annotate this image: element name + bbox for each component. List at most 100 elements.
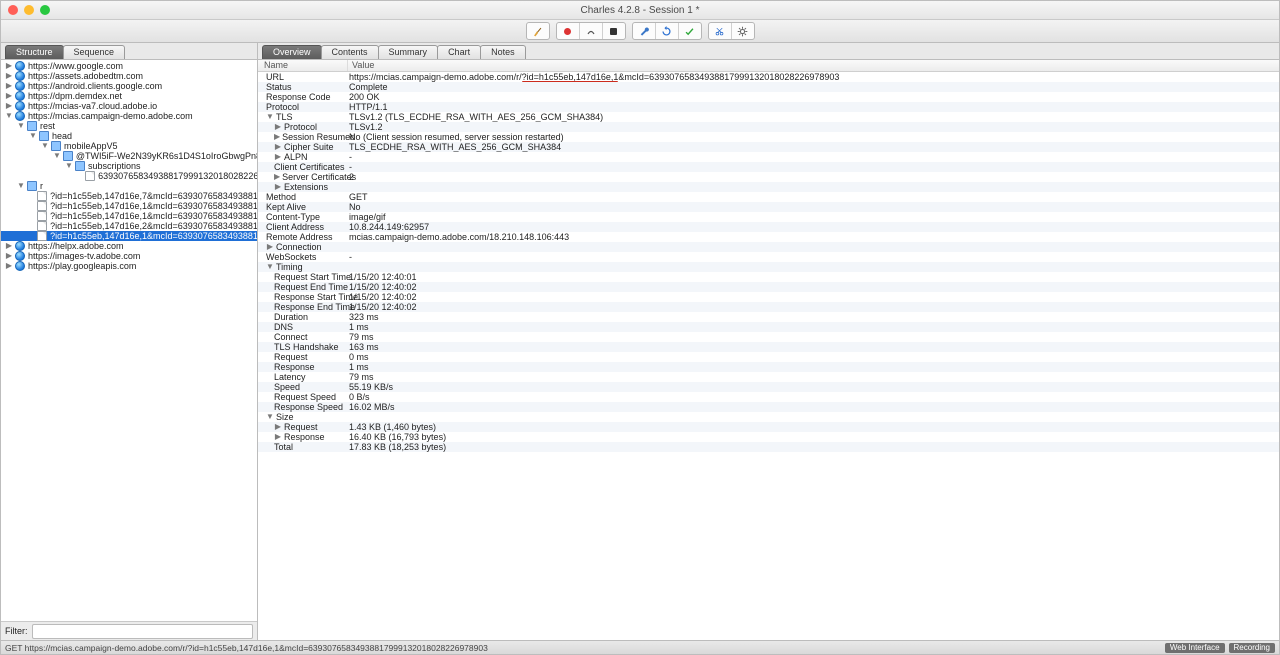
refresh-icon[interactable] [656,23,679,39]
disclosure-triangle-icon[interactable]: ▼ [266,412,274,422]
detail-value: TLSv1.2 (TLS_ECDHE_RSA_WITH_AES_256_GCM_… [347,112,1279,122]
disclosure-triangle-icon[interactable]: ▶ [5,81,13,91]
tree-row[interactable]: ▼ https://mcias.campaign-demo.adobe.com [1,111,257,121]
detail-key: ALPN [284,152,308,162]
pill-recording[interactable]: Recording [1229,643,1275,653]
disclosure-triangle-icon[interactable]: ▼ [266,112,274,122]
detail-key: Server Certificates [282,172,356,182]
tree-label: https://android.clients.google.com [28,81,162,91]
disclosure-triangle-icon[interactable]: ▶ [5,261,13,271]
tree-row[interactable]: ▶ https://android.clients.google.com [1,81,257,91]
gear-icon[interactable] [732,23,754,39]
tree-row[interactable]: ▶https://images-tv.adobe.com [1,251,257,261]
wrench-icon[interactable] [633,23,656,39]
disclosure-triangle-icon[interactable]: ▶ [274,172,280,182]
detail-value: - [347,252,1279,262]
tree-row[interactable]: ▶ https://helpx.adobe.com [1,241,257,251]
tree-row[interactable]: ▶?id=h1c55eb,147d16e,1&mcId=639307658349… [1,201,257,211]
detail-key: Response Code [266,92,331,102]
disclosure-triangle-icon[interactable]: ▼ [29,131,37,141]
detail-value: 16.02 MB/s [347,402,1279,412]
disclosure-triangle-icon[interactable]: ▶ [5,241,13,251]
tab-chart[interactable]: Chart [437,45,481,59]
disclosure-triangle-icon[interactable]: ▶ [274,422,282,432]
disclosure-triangle-icon[interactable]: ▼ [65,161,73,171]
detail-row: StatusComplete [258,82,1279,92]
tree-row[interactable]: ▶ https://assets.adobedtm.com [1,71,257,81]
disclosure-triangle-icon[interactable]: ▶ [5,71,13,81]
detail-row: ▼Timing [258,262,1279,272]
disclosure-triangle-icon[interactable]: ▶ [274,432,282,442]
tree-row[interactable]: ▶?id=h1c55eb,147d16e,2&mcId=639307658349… [1,221,257,231]
filter-input[interactable] [32,624,254,639]
disclosure-triangle-icon[interactable]: ▶ [5,251,13,261]
tab-contents[interactable]: Contents [321,45,379,59]
detail-row: Response End Time1/15/20 12:40:02 [258,302,1279,312]
detail-row: Client Certificates- [258,162,1279,172]
disclosure-triangle-icon[interactable]: ▼ [17,181,25,191]
folder-icon [27,181,37,191]
detail-row: Content-Typeimage/gif [258,212,1279,222]
tree-label: https://mcias.campaign-demo.adobe.com [28,111,193,121]
disclosure-triangle-icon[interactable]: ▶ [5,61,13,71]
globe-icon [15,241,25,251]
detail-key: Request Speed [274,392,336,402]
disclosure-triangle-icon[interactable]: ▶ [274,182,282,192]
detail-row: Request End Time1/15/20 12:40:02 [258,282,1279,292]
detail-row: ▶Session ResumedNo (Client session resum… [258,132,1279,142]
tree-label: https://www.google.com [28,61,123,71]
detail-row: DNS1 ms [258,322,1279,332]
detail-value: GET [347,192,1279,202]
detail-row: Duration323 ms [258,312,1279,322]
tree-row[interactable]: ▶https://dpm.demdex.net [1,91,257,101]
tab-sequence[interactable]: Sequence [63,45,126,59]
tree-row[interactable]: ▼@TWI5iF-We2N39yKR6s1D4S1oIroGbwgPn8z6uS… [1,151,257,161]
tree-label: ?id=h1c55eb,147d16e,7&mcId=6393076583493… [50,191,257,201]
tree-row[interactable]: ▶https://play.googleapis.com [1,261,257,271]
disclosure-triangle-icon[interactable]: ▶ [5,91,13,101]
detail-key: Client Address [266,222,324,232]
detail-row: Client Address10.8.244.149:62957 [258,222,1279,232]
scissors-icon[interactable] [709,23,732,39]
stop-icon[interactable] [603,23,625,39]
disclosure-triangle-icon[interactable]: ▼ [53,151,61,161]
tree-row[interactable]: ▼mobileAppV5 [1,141,257,151]
disclosure-triangle-icon[interactable]: ▼ [266,262,274,272]
disclosure-triangle-icon[interactable]: ▼ [17,121,25,131]
zoom-icon[interactable] [40,5,50,15]
tree-label: https://assets.adobedtm.com [28,71,143,81]
tree-label: https://helpx.adobe.com [28,241,124,251]
tree-row[interactable]: ▶ https://www.google.com [1,61,257,71]
tree-row[interactable]: ▶6393076583493881799913201802822697890​3 [1,171,257,181]
pill-web-interface[interactable]: Web Interface [1165,643,1225,653]
detail-table[interactable]: URLhttps://mcias.campaign-demo.adobe.com… [258,72,1279,640]
tree-row[interactable]: ▼subscriptions [1,161,257,171]
minimize-icon[interactable] [24,5,34,15]
tree-row[interactable]: ▼head [1,131,257,141]
disclosure-triangle-icon[interactable]: ▶ [266,242,274,252]
close-icon[interactable] [8,5,18,15]
tree-row[interactable]: ▼rest [1,121,257,131]
tree-row[interactable]: ▶?id=h1c55eb,147d16e,1&mcId=639307658349… [1,231,257,241]
disclosure-triangle-icon[interactable]: ▶ [5,101,13,111]
disclosure-triangle-icon[interactable]: ▼ [5,111,13,121]
pause-icon[interactable] [580,23,603,39]
disclosure-triangle-icon[interactable]: ▶ [274,132,280,142]
tree-row[interactable]: ▶?id=h1c55eb,147d16e,1&mcId=639307658349… [1,211,257,221]
disclosure-triangle-icon[interactable]: ▶ [274,142,282,152]
disclosure-triangle-icon[interactable]: ▶ [274,152,282,162]
disclosure-triangle-icon[interactable]: ▼ [41,141,49,151]
tree-row[interactable]: ▶https://mcias-va7.cloud.adobe.io [1,101,257,111]
tab-overview[interactable]: Overview [262,45,322,59]
record-icon[interactable] [557,23,580,39]
tab-structure[interactable]: Structure [5,45,64,59]
tree-row[interactable]: ▼r [1,181,257,191]
broom-icon[interactable] [527,23,549,39]
tab-summary[interactable]: Summary [378,45,439,59]
tree-row[interactable]: ▶?id=h1c55eb,147d16e,7&mcId=639307658349… [1,191,257,201]
structure-tree[interactable]: ▶ https://www.google.com ▶ https://assets.a… [1,60,257,621]
disclosure-triangle-icon[interactable]: ▶ [274,122,282,132]
tab-notes[interactable]: Notes [480,45,526,59]
check-icon[interactable] [679,23,701,39]
detail-row: ▶Connection [258,242,1279,252]
